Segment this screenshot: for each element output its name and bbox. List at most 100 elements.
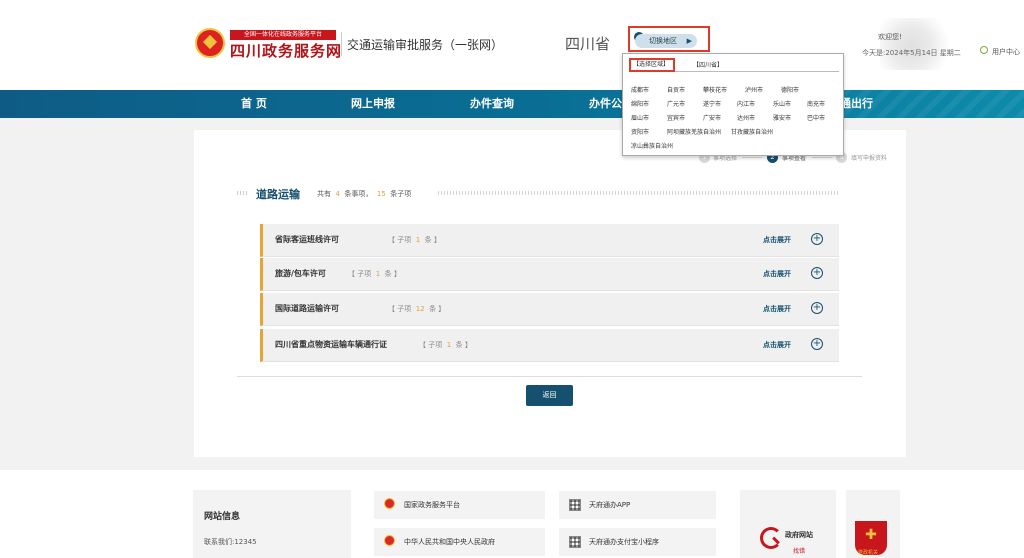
footer-link-label: 国家政务服务平台: [404, 501, 460, 509]
list-item[interactable]: 旅游/包车许可 【 子项 1 条 】 点击展开 +: [260, 258, 839, 291]
plus-circle-icon[interactable]: +: [811, 302, 823, 314]
national-emblem-icon: [384, 498, 395, 509]
footer-link[interactable]: 天府通办APP: [559, 491, 716, 519]
city-link[interactable]: 广安市: [703, 113, 721, 122]
city-link[interactable]: 遂宁市: [703, 99, 721, 108]
count-prefix: 【 子项: [388, 236, 412, 244]
footer-link-label: 天府通办支付宝小程序: [589, 538, 659, 546]
item-sub-count: 【 子项 1 条 】: [388, 235, 441, 245]
main-nav: 首 页 网上申报 办件查询 办件公 通出行: [0, 90, 1024, 118]
city-link[interactable]: 阿坝藏族羌族自治州: [667, 127, 721, 136]
logo-divider: [341, 32, 342, 56]
item-name: 国际道路运输许可: [275, 304, 339, 313]
city-link[interactable]: 德阳市: [781, 85, 799, 94]
footer-link[interactable]: 中华人民共和国中央人民政府: [374, 528, 545, 556]
count-prefix: 【 子项: [388, 305, 412, 313]
qr-code-icon: [569, 536, 581, 548]
city-link[interactable]: 广元市: [667, 99, 685, 108]
step-connector: [812, 157, 832, 158]
count-suffix: 条 】: [384, 270, 401, 278]
step-3-label: 填写申报资料: [851, 155, 888, 162]
footer-link-label: 天府通办APP: [589, 501, 631, 509]
summary-prefix: 共有: [317, 190, 331, 198]
summary-suffix: 条子项: [390, 190, 412, 198]
expand-link[interactable]: 点击展开: [763, 340, 791, 350]
summary-mid: 条事项，: [344, 190, 373, 198]
city-link[interactable]: 乐山市: [773, 99, 791, 108]
city-link[interactable]: 内江市: [737, 99, 755, 108]
item-sub-count: 【 子项 12 条 】: [388, 304, 445, 314]
contact-text: 联系我们:12345: [204, 538, 257, 546]
nav-item-home[interactable]: 首 页: [241, 90, 267, 118]
section-dots-decoration: [438, 191, 838, 195]
plus-circle-icon[interactable]: +: [811, 233, 823, 245]
gov-site-error-badge[interactable]: [740, 490, 836, 558]
city-link[interactable]: 凉山彝族自治州: [631, 141, 673, 150]
count-value: 1: [446, 341, 452, 349]
city-link[interactable]: 眉山市: [631, 113, 649, 122]
tab-select-region[interactable]: 【选择区域】: [629, 58, 675, 72]
item-sub-count: 【 子项 1 条 】: [419, 340, 472, 350]
plus-circle-icon[interactable]: +: [811, 267, 823, 279]
section-dots-decoration: [237, 191, 249, 195]
site-logo-title[interactable]: 四川政务服务网: [230, 40, 342, 61]
national-emblem-icon: [195, 28, 225, 58]
date-text: 今天是:2024年5月14日 星期二: [862, 49, 961, 57]
national-emblem-icon: [384, 535, 395, 546]
region-switch-highlight[interactable]: 切换地区: [628, 26, 710, 52]
city-link[interactable]: 资阳市: [631, 127, 649, 136]
plus-circle-icon[interactable]: +: [811, 338, 823, 350]
sub-item-count: 15: [376, 190, 386, 198]
city-link[interactable]: 绵阳市: [631, 99, 649, 108]
city-link[interactable]: 自贡市: [667, 85, 685, 94]
list-item[interactable]: 国际道路运输许可 【 子项 12 条 】 点击展开 +: [260, 293, 839, 326]
back-button[interactable]: 返回: [526, 385, 573, 406]
region-dropdown: 【选择区域】 【四川省】 成都市 自贡市 攀枝花市 泸州市 德阳市 绵阳市 广元…: [622, 53, 844, 156]
gov-site-sub: 找错: [793, 548, 806, 555]
count-suffix: 条 】: [455, 341, 472, 349]
city-link[interactable]: 巴中市: [807, 113, 825, 122]
user-center-link[interactable]: 用户中心: [992, 47, 1020, 57]
footer-link[interactable]: 国家政务服务平台: [374, 491, 545, 519]
city-link[interactable]: 甘孜藏族自治州: [731, 127, 773, 136]
welcome-text: 欢迎您!: [878, 33, 902, 41]
site-header: 全国一体化在线政务服务平台 四川政务服务网 交通运输审批服务（一张网） 四川省 …: [0, 0, 1024, 90]
city-link[interactable]: 泸州市: [745, 85, 763, 94]
matter-count: 4: [335, 190, 340, 198]
count-suffix: 条 】: [424, 236, 441, 244]
city-link[interactable]: 成都市: [631, 85, 649, 94]
nav-item-online-apply[interactable]: 网上申报: [351, 90, 395, 118]
city-link[interactable]: 宜宾市: [667, 113, 685, 122]
count-value: 1: [375, 270, 381, 278]
site-info-title: 网站信息: [204, 512, 241, 522]
nav-item-query[interactable]: 办件查询: [470, 90, 514, 118]
footer-link[interactable]: 天府通办支付宝小程序: [559, 528, 716, 556]
item-name: 四川省重点物资运输车辆通行证: [275, 340, 387, 349]
item-sub-count: 【 子项 1 条 】: [348, 269, 401, 279]
item-name: 省际客运班线许可: [275, 235, 339, 244]
nav-item-travel[interactable]: 通出行: [840, 90, 873, 118]
site-info-box: [193, 490, 351, 558]
city-link[interactable]: 雅安市: [773, 113, 791, 122]
list-item[interactable]: 四川省重点物资运输车辆通行证 【 子项 1 条 】 点击展开 +: [260, 329, 839, 362]
gov-site-text: 政府网站: [785, 531, 813, 539]
current-province: 四川省: [565, 35, 611, 53]
expand-link[interactable]: 点击展开: [763, 269, 791, 279]
expand-link[interactable]: 点击展开: [763, 235, 791, 245]
service-title: 交通运输审批服务（一张网）: [347, 38, 504, 52]
cloud-decoration: [880, 18, 958, 70]
count-prefix: 【 子项: [419, 341, 443, 349]
nav-item-public[interactable]: 办件公: [589, 90, 622, 118]
list-item[interactable]: 省际客运班线许可 【 子项 1 条 】 点击展开 +: [260, 224, 839, 257]
city-link[interactable]: 攀枝花市: [703, 85, 727, 94]
city-link[interactable]: 南充市: [807, 99, 825, 108]
switch-region-button[interactable]: 切换地区: [635, 34, 697, 48]
tab-sichuan[interactable]: 【四川省】: [693, 60, 723, 69]
expand-link[interactable]: 点击展开: [763, 304, 791, 314]
platform-badge: 全国一体化在线政务服务平台: [230, 30, 336, 40]
city-link[interactable]: 达州市: [737, 113, 755, 122]
count-suffix: 条 】: [429, 305, 446, 313]
section-title: 道路运输: [256, 188, 300, 201]
user-icon[interactable]: [980, 46, 988, 54]
item-name: 旅游/包车许可: [275, 269, 326, 278]
